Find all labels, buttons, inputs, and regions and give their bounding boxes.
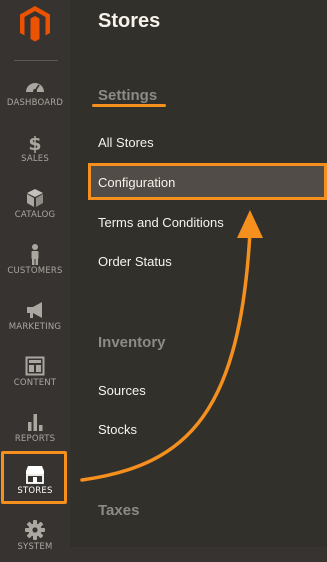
svg-text:$: $: [28, 133, 41, 154]
link-configuration[interactable]: Configuration: [98, 175, 175, 190]
admin-sidebar: DASHBOARD $ SALES CATALOG CUSTOMERS MARK…: [0, 0, 70, 552]
nav-label: SYSTEM: [17, 542, 53, 552]
megaphone-icon: [23, 298, 47, 322]
section-title-taxes: Taxes: [98, 502, 140, 519]
settings-underline-annotation: [92, 104, 166, 107]
speedometer-icon: [23, 74, 47, 98]
nav-label: REPORTS: [14, 434, 56, 444]
stores-flyout-panel: Stores Settings All Stores Configuration…: [70, 0, 327, 547]
nav-item-content[interactable]: CONTENT: [0, 346, 70, 398]
nav-label: CATALOG: [14, 210, 56, 220]
link-terms-and-conditions[interactable]: Terms and Conditions: [98, 215, 224, 230]
nav-label: CONTENT: [13, 378, 57, 388]
nav-item-dashboard[interactable]: DASHBOARD: [0, 66, 70, 118]
nav-item-sales[interactable]: $ SALES: [0, 122, 70, 174]
nav-item-reports[interactable]: REPORTS: [0, 402, 70, 454]
magento-logo-icon[interactable]: [0, 0, 70, 48]
gear-icon: [23, 518, 47, 542]
nav-label: CUSTOMERS: [7, 266, 63, 276]
nav-item-customers[interactable]: CUSTOMERS: [0, 234, 70, 286]
person-icon: [23, 242, 47, 266]
nav-item-system[interactable]: SYSTEM: [0, 510, 70, 562]
nav-item-marketing[interactable]: MARKETING: [0, 290, 70, 342]
bar-chart-icon: [23, 410, 47, 434]
link-sources[interactable]: Sources: [98, 383, 146, 398]
section-title-inventory: Inventory: [98, 334, 166, 351]
nav-label: DASHBOARD: [6, 98, 64, 108]
stores-highlight-annotation: [1, 451, 67, 504]
cube-icon: [23, 186, 47, 210]
layout-icon: [23, 354, 47, 378]
dollar-icon: $: [23, 130, 47, 155]
logo-divider: [14, 60, 58, 61]
link-all-stores[interactable]: All Stores: [98, 135, 154, 150]
section-title-settings: Settings: [98, 87, 158, 104]
link-stocks[interactable]: Stocks: [98, 422, 137, 437]
nav-label: MARKETING: [8, 322, 62, 332]
panel-title: Stores: [98, 10, 161, 32]
nav-item-catalog[interactable]: CATALOG: [0, 178, 70, 230]
nav-label: SALES: [21, 154, 49, 164]
link-order-status[interactable]: Order Status: [98, 254, 172, 269]
